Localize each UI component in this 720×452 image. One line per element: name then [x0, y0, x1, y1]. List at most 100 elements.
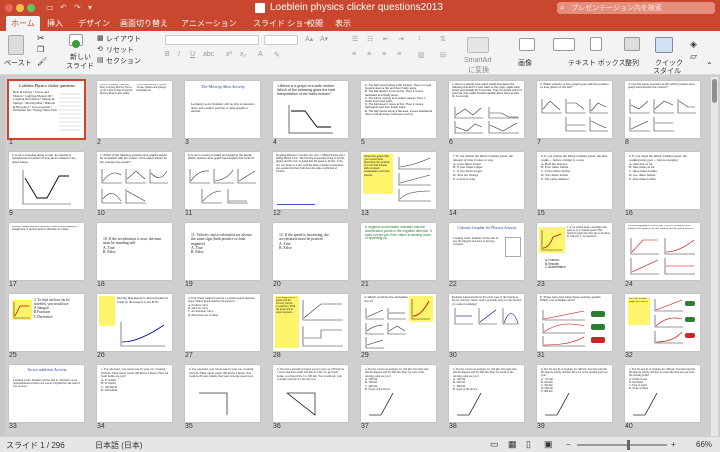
slide-thumbnail[interactable]: This image shows a graph with the veloci…: [273, 294, 349, 361]
slide-9[interactable]: 6. A car is traveling along a road. Its …: [9, 152, 84, 209]
slide-35[interactable]: 2. For one hour, you travel east in your…: [185, 365, 260, 422]
slide-2[interactable]: Table of contents – Moving Man, Ladybug …: [97, 81, 172, 138]
slide-thumbnail[interactable]: 6. You fly east in an airplane for 100 k…: [537, 365, 613, 432]
slide-11[interactable]: 8. A car is moving forward and applying …: [185, 152, 260, 209]
close-window-button[interactable]: [5, 4, 13, 12]
slide-20[interactable]: 12. If the speed is increasing, the acce…: [273, 223, 348, 280]
save-icon[interactable]: ▭: [46, 3, 54, 12]
slide-10[interactable]: 7. Which of the following position-time …: [97, 152, 172, 209]
outline-icon[interactable]: ▱: [690, 51, 697, 62]
slide-19[interactable]: 11. Velocity and acceleration are always…: [185, 223, 260, 280]
paste-icon[interactable]: [8, 35, 24, 55]
zoom-in-button[interactable]: +: [671, 440, 676, 449]
slide-sorter-view-icon[interactable]: ▦: [508, 439, 517, 450]
scrollbar-thumb[interactable]: [712, 79, 717, 103]
slide-thumbnail[interactable]: Calculus Grapher for Physics Activity Le…: [449, 223, 525, 290]
slide-thumbnail[interactable]: 4. Use the same scenario as #3, which po…: [625, 81, 701, 148]
slide-24[interactable]: The following graph is velocity data. If…: [625, 223, 700, 280]
text-direction-icon[interactable]: ⇅: [440, 35, 446, 43]
slide-thumbnail[interactable]: 6. A car is traveling along a road. Its …: [9, 152, 85, 219]
line-spacing-icon[interactable]: ↕: [418, 35, 422, 42]
align-right-icon[interactable]: ≡: [382, 51, 386, 58]
slide-thumbnail[interactable]: 4. You fly east in an airplane for 100 k…: [361, 365, 437, 432]
zoom-slider[interactable]: [577, 444, 667, 446]
decrease-font-icon[interactable]: A▾: [320, 35, 328, 43]
slide-1[interactable]: Loeblein Physics clicker questions Heat …: [7, 79, 86, 140]
align-left-icon[interactable]: ≡: [352, 51, 356, 58]
slide-thumbnail[interactable]: A negative acceleration indicates that t…: [361, 223, 437, 290]
slide-thumbnail[interactable]: Vectors: Magnitude and Direction. When m…: [9, 223, 85, 290]
slide-thumbnail[interactable]: Table of contents – Moving Man, Ladybug …: [97, 81, 173, 148]
slide-36[interactable]: 3. You have already traveled east in you…: [273, 365, 348, 422]
slide-32[interactable]: Race cars velocity graphs and winners: [625, 294, 700, 351]
reading-view-icon[interactable]: ▯: [526, 439, 531, 450]
slide-6[interactable]: 2. Here's a velocity-time graph would be…: [449, 81, 524, 138]
quick-style-icon[interactable]: [655, 37, 673, 53]
text-box-icon[interactable]: [590, 37, 602, 51]
search-box[interactable]: ⌕: [557, 2, 715, 14]
slide-thumbnail[interactable]: 2. To find out how far he traveled, you …: [9, 294, 85, 361]
slide-21[interactable]: A negative acceleration indicates that t…: [361, 223, 436, 280]
slide-thumbnail[interactable]: Race cars velocity graphs and winners 32: [625, 294, 701, 361]
slide-29[interactable]: 4. Which could be the derivative curve?: [361, 294, 436, 351]
slide-thumbnail[interactable]: The Moving Man Activity Learning Goals: …: [185, 81, 261, 148]
slide-thumbnail[interactable]: Stopping Distance: Consider two cars, a …: [273, 152, 349, 219]
slide-thumbnail[interactable]: 7. Which of the following position-time …: [97, 152, 173, 219]
slide-thumbnail[interactable]: 11. Velocity and acceleration are always…: [185, 223, 261, 290]
text-box-label[interactable]: テキスト ボックス: [568, 58, 626, 68]
slide-27[interactable]: 3. Your friend walks forward at a consta…: [185, 294, 260, 351]
slide-7[interactable]: 3. Which velocity vs time graph goes wit…: [537, 81, 612, 138]
picture-icon[interactable]: [519, 38, 535, 51]
strikethrough-icon[interactable]: abc: [203, 51, 214, 58]
reset-button[interactable]: リセット: [106, 45, 134, 55]
slide-thumbnail[interactable]: 2. For one hour, you travel east in your…: [185, 365, 261, 432]
slide-thumbnail[interactable]: 3. You have already traveled east in you…: [273, 365, 349, 432]
slide-thumbnail[interactable]: 8. A car is moving forward and applying …: [185, 152, 261, 219]
slide-thumbnail[interactable]: 8. If you double the initial walking spe…: [537, 152, 613, 219]
slide-15[interactable]: 8. If you double the initial walking spe…: [537, 152, 612, 209]
slide-thumbnail[interactable]: 1. For one hour, you travel east in your…: [97, 365, 173, 432]
slide-thumbnail[interactable]: 3. Which velocity vs time graph goes wit…: [537, 81, 613, 148]
tab-review[interactable]: 校閲: [302, 16, 328, 31]
align-text-icon[interactable]: ⊟: [440, 51, 446, 59]
slide-thumbnail[interactable]: 5. Three race cars have these velocity g…: [537, 294, 613, 361]
zoom-slider-thumb[interactable]: [627, 440, 630, 450]
bullets-icon[interactable]: ☰: [352, 35, 358, 43]
slide-28[interactable]: This image shows a graph with the veloci…: [273, 294, 348, 351]
arrange-icon[interactable]: [624, 37, 640, 51]
justify-icon[interactable]: ≡: [397, 51, 401, 58]
increase-font-icon[interactable]: A▴: [305, 35, 313, 43]
slide-thumbnail[interactable]: 5. You fly east in an airplane for 100 k…: [449, 365, 525, 432]
slide-3[interactable]: The Moving Man Activity Learning Goals: …: [185, 81, 260, 138]
search-input[interactable]: [571, 2, 711, 14]
redo-icon[interactable]: ↷: [74, 3, 81, 12]
normal-view-icon[interactable]: ▭: [490, 439, 499, 450]
slide-23[interactable]: 1. A car started from a stoplight, then …: [537, 223, 612, 280]
maximize-window-button[interactable]: [27, 4, 35, 12]
smartart-icon[interactable]: [467, 37, 489, 53]
tab-design[interactable]: デザイン: [73, 16, 115, 31]
slide-thumbnail[interactable]: 9. If you triple the initial walking spe…: [625, 152, 701, 219]
slide-26[interactable]: Moving Man Replay is shown Position is f…: [97, 294, 172, 351]
slide-thumbnail[interactable]: Select the graph that you expect best de…: [361, 152, 437, 219]
slide-thumbnail[interactable]: 2. Here's a velocity-time graph would be…: [449, 81, 525, 148]
slide-thumbnail[interactable]: 7. If you double the initial walking spe…: [449, 152, 525, 219]
zoom-level[interactable]: 66%: [696, 440, 712, 449]
layout-button[interactable]: レイアウト: [106, 34, 141, 44]
slideshow-view-icon[interactable]: ▣: [544, 439, 553, 450]
numbering-icon[interactable]: ☷: [367, 35, 373, 43]
slide-thumbnail[interactable]: 10. If the acceleration is zero, the man…: [97, 223, 173, 290]
slide-4[interactable]: 1.Below is a graph of a ladle motion. Wh…: [273, 81, 348, 138]
slide-8[interactable]: 4. Use the same scenario as #3, which po…: [625, 81, 700, 138]
slide-thumbnail[interactable]: Vector addition Activity Learning Goals:…: [9, 365, 85, 432]
slide-16[interactable]: 9. If you triple the initial walking spe…: [625, 152, 700, 209]
customize-toolbar-icon[interactable]: ▾: [88, 3, 92, 12]
vertical-scrollbar[interactable]: [711, 77, 718, 436]
italic-icon[interactable]: I: [178, 51, 180, 58]
slide-thumbnail[interactable]: 7. You fly east in an airplane for 100 k…: [625, 365, 701, 432]
slide-18[interactable]: 10. If the acceleration is zero, the man…: [97, 223, 172, 280]
slide-38[interactable]: 5. You fly east in an airplane for 100 k…: [449, 365, 524, 422]
slide-30[interactable]: Pedestal Linear Parabola For each case, …: [449, 294, 524, 351]
slide-33[interactable]: Vector addition Activity Learning Goals:…: [9, 365, 84, 422]
bold-icon[interactable]: B: [165, 51, 170, 58]
